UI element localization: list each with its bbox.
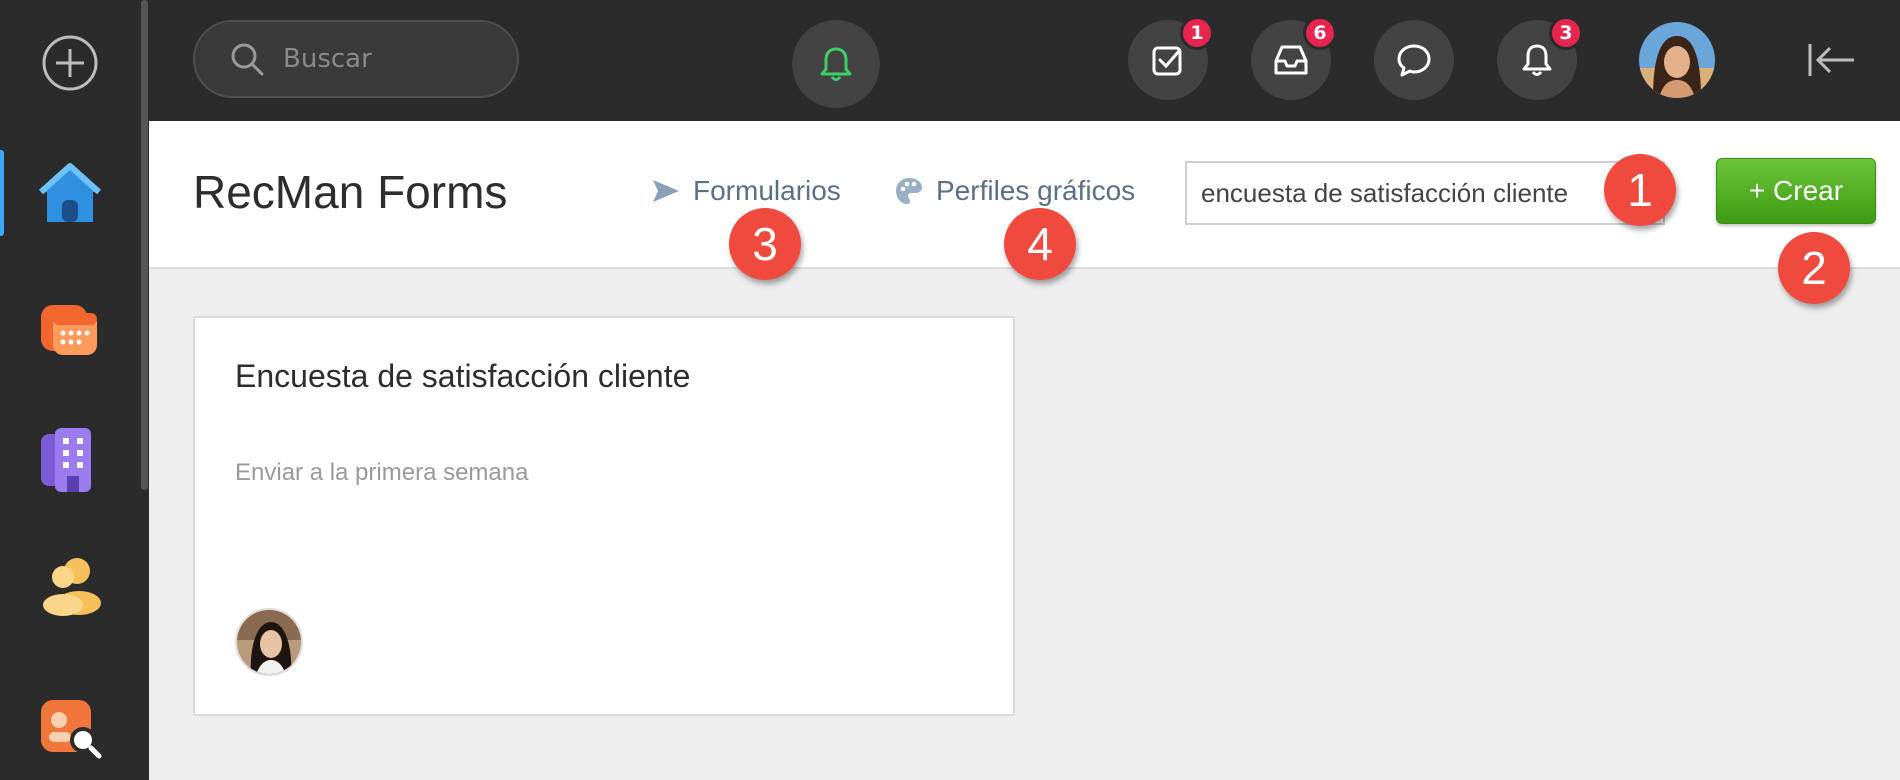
notifications-button[interactable]: 3 xyxy=(1497,16,1583,100)
home-icon xyxy=(38,163,102,222)
palette-icon xyxy=(896,178,922,204)
global-search[interactable]: Buscar xyxy=(193,20,519,98)
sidebar-item-contacts[interactable] xyxy=(0,545,140,631)
sidebar-add-button[interactable] xyxy=(0,20,140,106)
inbox-badge: 6 xyxy=(1303,16,1337,50)
sidebar xyxy=(0,0,149,780)
sidebar-item-candidate-search[interactable] xyxy=(0,680,140,770)
page-title: RecMan Forms xyxy=(193,166,508,218)
tasks-badge: 1 xyxy=(1180,16,1214,50)
callout-marker-4: 4 xyxy=(1004,208,1076,280)
avatar-image xyxy=(1639,22,1715,98)
search-icon xyxy=(231,43,264,76)
people-icon xyxy=(43,558,101,616)
avatar-image xyxy=(237,610,301,674)
sidebar-item-companies[interactable] xyxy=(0,415,140,505)
callout-marker-2: 2 xyxy=(1778,232,1850,304)
form-card-title: Encuesta de satisfacción cliente xyxy=(235,358,691,394)
tasks-button[interactable]: 1 xyxy=(1128,16,1214,100)
sidebar-scrollbar[interactable] xyxy=(140,0,149,780)
callout-marker-3: 3 xyxy=(729,208,801,280)
reminder-bell-button[interactable] xyxy=(792,20,880,108)
checkbox-icon xyxy=(1152,46,1182,76)
notifications-badge: 3 xyxy=(1549,16,1583,50)
nav-link-forms[interactable]: Formularios xyxy=(651,175,841,207)
nav-link-graphic-profiles-label: Perfiles gráficos xyxy=(936,175,1136,206)
nav-link-graphic-profiles[interactable]: Perfiles gráficos xyxy=(894,175,1135,207)
forms-search-input[interactable]: encuesta de satisfacción cliente xyxy=(1185,161,1665,225)
user-search-icon xyxy=(41,700,102,759)
form-card-description: Enviar a la primera semana xyxy=(235,459,529,486)
bell-icon xyxy=(820,47,852,81)
create-button[interactable]: + Crear xyxy=(1716,158,1876,224)
plus-circle-icon xyxy=(42,35,98,91)
collapse-panel-button[interactable] xyxy=(1802,38,1862,82)
inbox-button[interactable]: 6 xyxy=(1251,16,1337,100)
chat-button[interactable] xyxy=(1374,20,1454,100)
global-search-placeholder: Buscar xyxy=(283,44,372,74)
building-icon xyxy=(41,428,91,492)
callout-marker-1: 1 xyxy=(1604,154,1676,226)
chat-bubble-icon xyxy=(1397,44,1431,77)
paper-plane-icon xyxy=(653,180,679,202)
sidebar-item-calendar[interactable] xyxy=(0,285,140,371)
calendar-icon xyxy=(41,305,97,355)
top-bar: Buscar 1 6 3 xyxy=(149,0,1900,121)
nav-link-forms-label: Formularios xyxy=(693,175,841,206)
form-owner-avatar xyxy=(235,608,303,676)
arrow-collapse-left-icon xyxy=(1808,44,1854,76)
form-card[interactable]: Encuesta de satisfacción cliente Enviar … xyxy=(193,316,1015,716)
user-avatar[interactable] xyxy=(1639,22,1715,98)
sidebar-item-home[interactable] xyxy=(0,150,140,236)
bell-icon xyxy=(1522,44,1552,76)
inbox-icon xyxy=(1274,45,1308,75)
